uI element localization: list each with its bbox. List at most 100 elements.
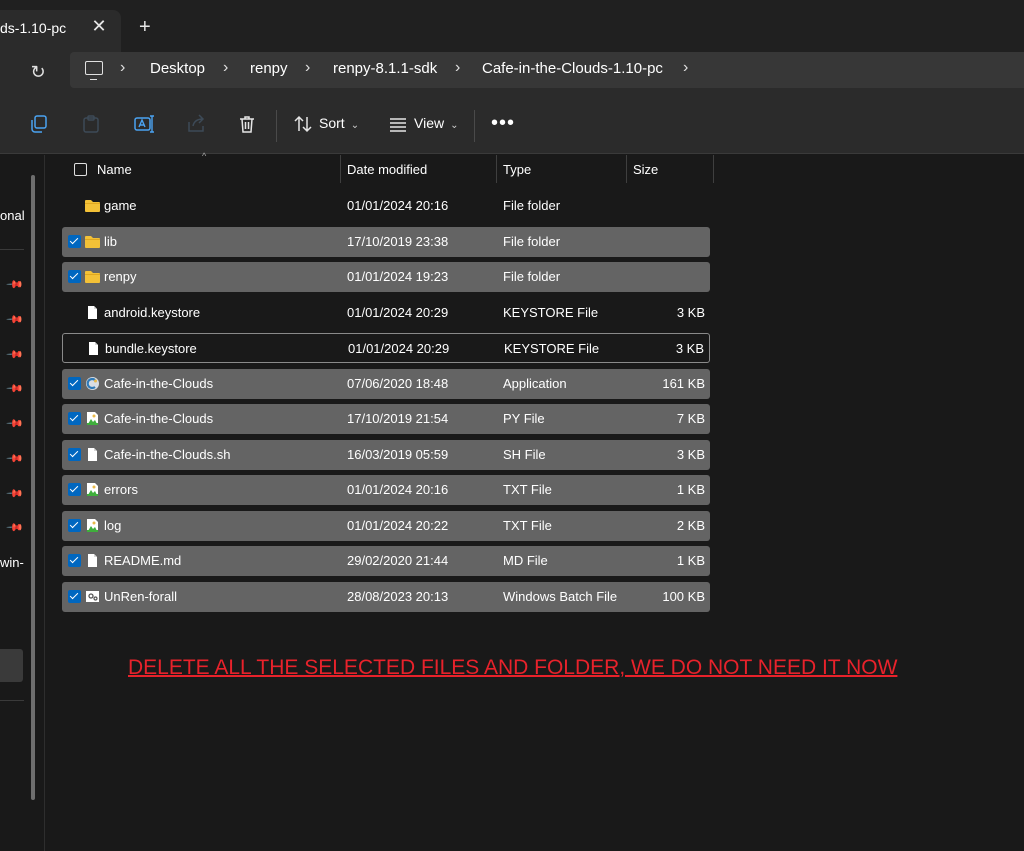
folder-icon [84, 269, 101, 284]
sort-icon[interactable] [293, 114, 313, 134]
address-bar[interactable]: › Desktop › renpy › renpy-8.1.1-sdk › Ca… [70, 52, 1024, 88]
column-divider[interactable] [713, 155, 714, 183]
file-date-modified: 01/01/2024 20:16 [347, 482, 449, 497]
pin-icon[interactable]: 📌 [5, 310, 24, 329]
row-checkbox[interactable] [68, 518, 81, 532]
file-row[interactable]: Cafe-in-the-Clouds 17/10/2019 21:54 PY Fil… [62, 404, 710, 434]
annotation-text: DELETE ALL THE SELECTED FILES AND FOLDER… [128, 656, 898, 679]
chevron-down-icon: ⌄ [350, 120, 360, 131]
breadcrumb-separator-icon[interactable]: › [683, 59, 688, 77]
pin-icon[interactable]: 📌 [5, 275, 24, 294]
sidebar-scrollbar[interactable] [31, 175, 35, 800]
pin-icon[interactable]: 📌 [5, 414, 24, 433]
column-size[interactable]: Size [633, 162, 658, 177]
row-checkbox[interactable] [68, 554, 81, 567]
row-checkbox[interactable] [68, 447, 81, 461]
rename-icon[interactable] [134, 114, 154, 134]
row-checkbox[interactable] [68, 376, 81, 390]
row-checkbox[interactable] [68, 412, 81, 425]
file-date-modified: 28/08/2023 20:13 [347, 588, 449, 604]
file-row[interactable]: lib 17/10/2019 23:38 File folder [62, 226, 710, 257]
file-size: 161 KB [662, 375, 705, 391]
row-checkbox[interactable] [68, 589, 81, 603]
command-bar: Sort ⌄ View ⌄ ••• [0, 98, 1024, 154]
chevron-down-icon: ⌄ [450, 120, 459, 131]
file-type: KEYSTORE File [504, 341, 600, 356]
file-row[interactable]: renpy 01/01/2024 19:23 File folder [62, 262, 710, 292]
sidebar-item-selected[interactable] [0, 649, 23, 682]
active-tab[interactable]: ds-1.10-pc ✕ [0, 10, 121, 52]
file-icon [84, 553, 101, 568]
paste-icon[interactable] [81, 114, 101, 134]
row-checkbox[interactable] [68, 270, 81, 283]
file-date-modified: 01/01/2024 20:29 [347, 304, 449, 320]
file-date-modified: 01/01/2024 19:23 [347, 269, 449, 284]
sidebar-item-label[interactable]: onal [0, 208, 25, 223]
copy-icon[interactable] [29, 114, 49, 134]
breadcrumb-separator-icon[interactable]: › [120, 59, 125, 77]
tab-bar: ds-1.10-pc ✕ + [0, 0, 1024, 52]
file-type: File folder [503, 198, 561, 213]
breadcrumb-renpy-sdk[interactable]: renpy-8.1.1-sdk [333, 60, 437, 77]
view-icon[interactable] [388, 114, 408, 134]
file-name: Cafe-in-the-Clouds [104, 375, 214, 391]
file-date-modified: 01/01/2024 20:29 [348, 341, 450, 356]
more-options-icon[interactable]: ••• [491, 112, 515, 135]
sort-button[interactable]: Sort ⌄ [319, 115, 359, 131]
file-type: TXT File [503, 482, 552, 497]
address-row: ↻ › Desktop › renpy › renpy-8.1.1-sdk › … [0, 52, 1024, 98]
file-date-modified: 17/10/2019 21:54 [347, 411, 449, 426]
sidebar-item-label[interactable]: win- [0, 555, 24, 570]
file-row[interactable]: Cafe-in-the-Clouds.sh 16/03/2019 05:59 SH … [62, 439, 710, 470]
close-tab-icon[interactable]: ✕ [91, 16, 107, 37]
file-row[interactable]: android.keystore 01/01/2024 20:29 KEYSTORE… [62, 298, 710, 328]
select-all-checkbox[interactable] [74, 163, 87, 176]
column-divider[interactable] [626, 155, 627, 183]
pin-icon[interactable]: 📌 [5, 484, 24, 503]
new-tab-icon[interactable]: + [139, 17, 151, 37]
file-size: 7 KB [676, 411, 705, 426]
row-checkbox[interactable] [68, 234, 81, 248]
file-name: README.md [104, 553, 182, 568]
column-divider[interactable] [496, 155, 497, 183]
this-pc-icon[interactable] [85, 61, 103, 80]
folder-icon [84, 234, 101, 249]
pin-icon[interactable]: 📌 [5, 345, 24, 364]
breadcrumb-desktop[interactable]: Desktop [150, 60, 205, 77]
view-button[interactable]: View ⌄ [414, 115, 458, 131]
refresh-icon[interactable]: ↻ [28, 62, 48, 83]
pin-icon[interactable]: 📌 [5, 379, 24, 398]
breadcrumb-separator-icon[interactable]: › [455, 59, 460, 77]
column-type[interactable]: Type [503, 162, 531, 177]
column-divider[interactable] [340, 155, 341, 183]
file-name: game [104, 198, 137, 213]
column-name[interactable]: Name [97, 162, 132, 177]
app-icon [84, 376, 101, 391]
share-icon[interactable] [186, 114, 206, 134]
file-row[interactable]: log 01/01/2024 20:22 TXT File 2 KB [62, 510, 710, 541]
breadcrumb-renpy[interactable]: renpy [250, 60, 288, 77]
file-name: android.keystore [104, 304, 201, 320]
file-date-modified: 16/03/2019 05:59 [347, 446, 449, 462]
breadcrumb-separator-icon[interactable]: › [305, 59, 310, 77]
row-checkbox[interactable] [68, 483, 81, 496]
pin-icon[interactable]: 📌 [5, 518, 24, 537]
file-size: 100 KB [662, 588, 705, 604]
pin-icon[interactable]: 📌 [5, 449, 24, 468]
breadcrumb-separator-icon[interactable]: › [223, 59, 228, 77]
file-name: errors [104, 482, 138, 497]
delete-icon[interactable] [237, 114, 257, 134]
file-date-modified: 29/02/2020 21:44 [347, 553, 449, 568]
sidebar-divider [0, 249, 24, 250]
navigation-pane: onal 📌 📌 📌 📌 📌 📌 📌 📌 win- [0, 155, 45, 851]
file-row[interactable]: UnRen-forall 28/08/2023 20:13 Windows Batc… [62, 581, 710, 612]
column-date-modified[interactable]: Date modified [347, 162, 427, 177]
breadcrumb-current-folder[interactable]: Cafe-in-the-Clouds-1.10-pc [482, 60, 663, 77]
image-file-icon [84, 482, 101, 497]
file-row[interactable]: bundle.keystore 01/01/2024 20:29 KEYSTORE … [62, 333, 710, 363]
file-row[interactable]: README.md 29/02/2020 21:44 MD File 1 KB [62, 546, 710, 576]
file-row[interactable]: errors 01/01/2024 20:16 TXT File 1 KB [62, 475, 710, 505]
file-row[interactable]: game 01/01/2024 20:16 File folder [62, 191, 710, 221]
file-row[interactable]: Cafe-in-the-Clouds 07/06/2020 18:48 Applic… [62, 368, 710, 399]
file-size: 1 KB [676, 553, 705, 568]
